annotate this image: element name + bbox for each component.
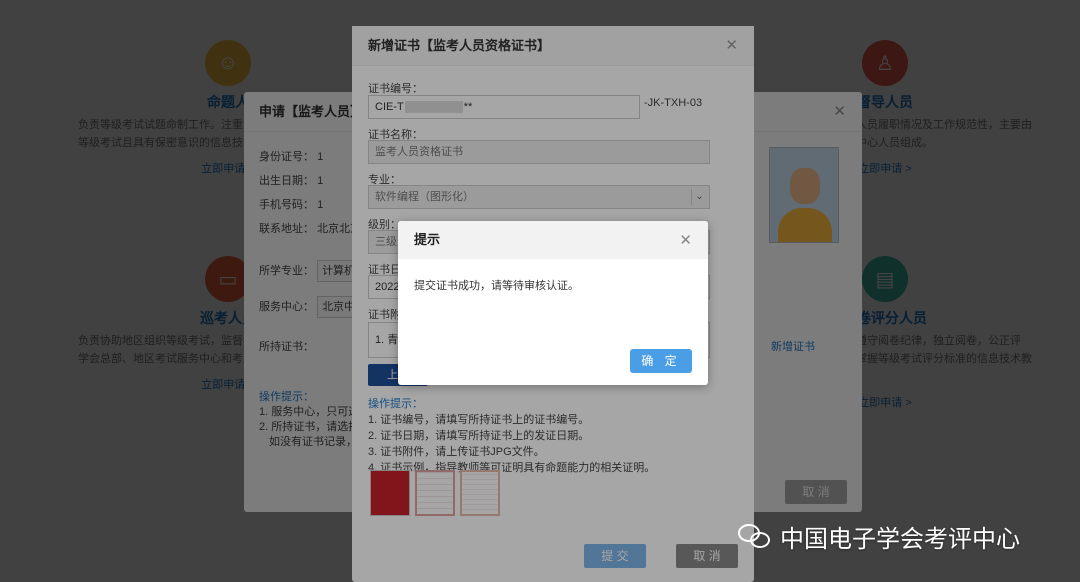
ok-button[interactable]: 确 定 [630,349,692,373]
watermark-text: 中国电子学会考评中心 [780,526,1020,553]
close-icon[interactable]: ✕ [679,231,692,249]
wechat-icon [738,522,772,552]
success-alert: 提示 ✕ 提交证书成功，请等待审核认证。 确 定 [398,221,708,385]
alert-title: 提示 [398,221,708,259]
watermark: 中国电子学会考评中心 [738,519,1020,554]
alert-message: 提交证书成功，请等待审核认证。 [414,280,579,292]
